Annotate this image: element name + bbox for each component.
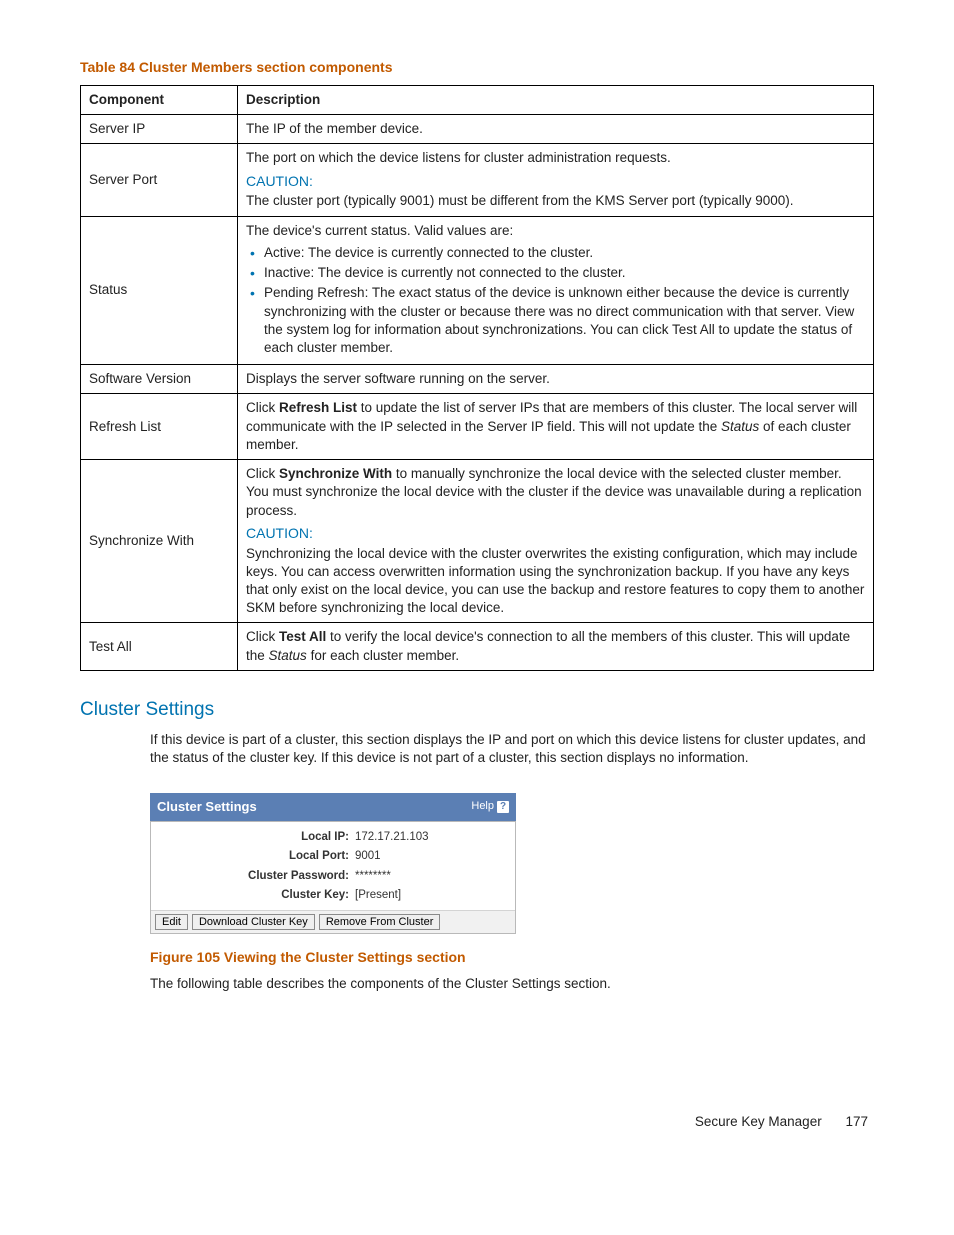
inline-bold: Refresh List <box>279 400 357 415</box>
component-description: The port on which the device listens for… <box>238 144 874 216</box>
status-value-list: Active: The device is currently connecte… <box>246 244 865 357</box>
table-row: Refresh List Click Refresh List to updat… <box>81 394 874 460</box>
panel-row: Cluster Password: ******** <box>151 867 515 887</box>
description-text: for each cluster member. <box>307 648 459 663</box>
cluster-settings-panel: Cluster Settings Help ? Local IP: 172.17… <box>150 793 516 934</box>
description-text: Synchronizing the local device with the … <box>246 545 865 618</box>
field-value: [Present] <box>355 888 507 904</box>
field-value: ******** <box>355 869 507 885</box>
table-row: Synchronize With Click Synchronize With … <box>81 460 874 623</box>
help-label: Help <box>471 799 494 814</box>
remove-from-cluster-button[interactable]: Remove From Cluster <box>319 914 441 930</box>
description-text: The port on which the device listens for… <box>246 149 865 167</box>
table-row: Software Version Displays the server sof… <box>81 365 874 394</box>
field-label: Cluster Key: <box>159 888 355 904</box>
component-name: Synchronize With <box>81 460 238 623</box>
list-item: Active: The device is currently connecte… <box>264 244 865 262</box>
list-item: Inactive: The device is currently not co… <box>264 264 865 282</box>
description-text: The device's current status. Valid value… <box>246 222 865 240</box>
footer-page-number: 177 <box>845 1114 868 1129</box>
field-value: 9001 <box>355 849 507 865</box>
description-text: Click <box>246 466 279 481</box>
section-paragraph: If this device is part of a cluster, thi… <box>80 731 874 767</box>
components-table: Component Description Server IP The IP o… <box>80 85 874 671</box>
header-component: Component <box>81 85 238 114</box>
component-name: Server Port <box>81 144 238 216</box>
description-text: Click <box>246 629 279 644</box>
header-description: Description <box>238 85 874 114</box>
table-row: Server Port The port on which the device… <box>81 144 874 216</box>
component-description: The IP of the member device. <box>238 115 874 144</box>
panel-header: Cluster Settings Help ? <box>150 793 516 821</box>
edit-button[interactable]: Edit <box>155 914 188 930</box>
footer-doc-name: Secure Key Manager <box>695 1114 822 1129</box>
caution-label: CAUTION: <box>246 172 865 191</box>
component-description: Click Synchronize With to manually synch… <box>238 460 874 623</box>
component-name: Software Version <box>81 365 238 394</box>
table-row: Server IP The IP of the member device. <box>81 115 874 144</box>
panel-row: Cluster Key: [Present] <box>151 886 515 906</box>
panel-body: Local IP: 172.17.21.103 Local Port: 9001… <box>150 821 516 934</box>
figure-label: Figure 105 Viewing the Cluster Settings … <box>80 948 874 967</box>
download-cluster-key-button[interactable]: Download Cluster Key <box>192 914 315 930</box>
field-value: 172.17.21.103 <box>355 830 507 846</box>
component-description: Click Refresh List to update the list of… <box>238 394 874 460</box>
table-title: Table 84 Cluster Members section compone… <box>80 58 874 77</box>
component-name: Test All <box>81 623 238 670</box>
inline-bold: Synchronize With <box>279 466 392 481</box>
section-heading: Cluster Settings <box>80 697 874 723</box>
field-label: Local Port: <box>159 849 355 865</box>
component-name: Status <box>81 216 238 365</box>
inline-italic: Status <box>721 419 759 434</box>
panel-row: Local Port: 9001 <box>151 847 515 867</box>
caution-label: CAUTION: <box>246 524 865 543</box>
table-row: Status The device's current status. Vali… <box>81 216 874 365</box>
component-name: Refresh List <box>81 394 238 460</box>
help-icon: ? <box>497 801 509 813</box>
inline-italic: Status <box>269 648 307 663</box>
inline-bold: Test All <box>279 629 326 644</box>
help-link[interactable]: Help ? <box>471 799 509 814</box>
component-description: The device's current status. Valid value… <box>238 216 874 365</box>
field-label: Cluster Password: <box>159 869 355 885</box>
table-row: Test All Click Test All to verify the lo… <box>81 623 874 670</box>
component-description: Displays the server software running on … <box>238 365 874 394</box>
list-item: Pending Refresh: The exact status of the… <box>264 284 865 357</box>
panel-button-row: Edit Download Cluster Key Remove From Cl… <box>151 910 515 933</box>
field-label: Local IP: <box>159 830 355 846</box>
figure-caption: The following table describes the compon… <box>80 975 874 993</box>
page-footer: Secure Key Manager 177 <box>80 1113 874 1131</box>
description-text: Click <box>246 400 279 415</box>
component-description: Click Test All to verify the local devic… <box>238 623 874 670</box>
panel-title: Cluster Settings <box>157 798 257 816</box>
component-name: Server IP <box>81 115 238 144</box>
description-text: Click Synchronize With to manually synch… <box>246 465 865 520</box>
panel-row: Local IP: 172.17.21.103 <box>151 828 515 848</box>
description-text: The cluster port (typically 9001) must b… <box>246 192 865 210</box>
